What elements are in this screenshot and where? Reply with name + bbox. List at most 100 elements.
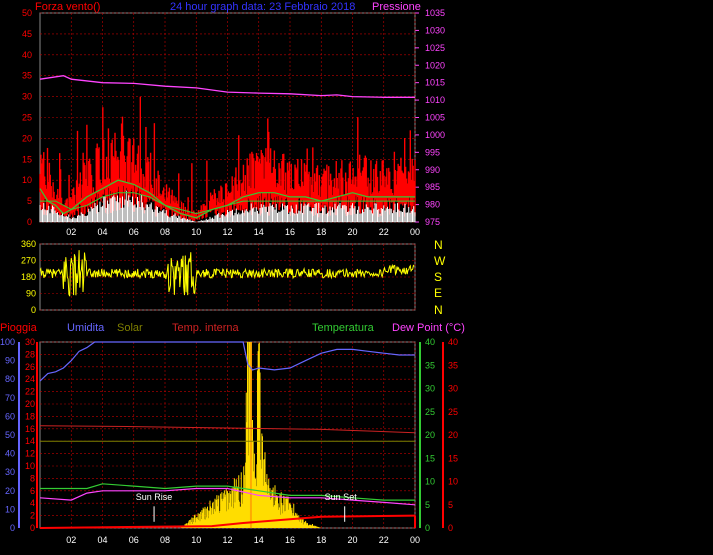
pressure-y-tick-label: 995 [425, 147, 440, 157]
dew-y-tick-label: 40 [448, 337, 458, 347]
temp-y-tick-label: 0 [425, 523, 430, 533]
wind-y-tick-label: 5 [27, 196, 32, 206]
rain-y-tick-label: 2 [30, 511, 35, 521]
wind-x-tick-label: 16 [285, 227, 295, 237]
rain-y-tick-label: 14 [25, 436, 35, 446]
humidity-y-tick-label: 60 [5, 411, 15, 421]
dir-label-n-top: N [434, 238, 443, 252]
rain-y-tick-label: 30 [25, 337, 35, 347]
dir-label-s: S [434, 270, 442, 284]
rain-y-tick-label: 16 [25, 424, 35, 434]
wind-y-tick-label: 20 [22, 133, 32, 143]
dew-y-tick-label: 20 [448, 430, 458, 440]
pressure-y-tick-label: 975 [425, 217, 440, 227]
wind-y-tick-label: 50 [22, 8, 32, 18]
wind-x-tick-label: 00 [410, 227, 420, 237]
rain-y-tick-label: 18 [25, 411, 35, 421]
temp-y-tick-label: 40 [425, 337, 435, 347]
wind-x-tick-label: 18 [316, 227, 326, 237]
wind-x-tick-label: 22 [379, 227, 389, 237]
rain-y-tick-label: 4 [30, 498, 35, 508]
header-rain: Pioggia [0, 322, 38, 334]
temp-y-tick-label: 15 [425, 453, 435, 463]
wind-y-tick-label: 10 [22, 175, 32, 185]
direction-y-tick-label: 180 [21, 272, 36, 282]
wind-direction-panel: 360 270 180 90 0 [21, 239, 416, 315]
pressure-y-tick-label: 985 [425, 182, 440, 192]
wind-y-tick-label: 35 [22, 71, 32, 81]
environment-x-tick-label: 14 [254, 535, 264, 545]
humidity-y-tick-label: 20 [5, 486, 15, 496]
header-temp-in: Temp. interna [172, 322, 240, 334]
header-temperature: Temperatura [312, 322, 375, 334]
humidity-y-tick-label: 80 [5, 374, 15, 384]
header-date: 24 hour graph data: 23 Febbraio 2018 [170, 1, 355, 13]
rain-y-tick-label: 8 [30, 473, 35, 483]
pressure-y-tick-label: 1035 [425, 8, 445, 18]
dew-y-tick-label: 25 [448, 407, 458, 417]
temp-y-tick-label: 20 [425, 430, 435, 440]
environment-x-tick-label: 18 [316, 535, 326, 545]
humidity-y-tick-label: 70 [5, 393, 15, 403]
wind-x-tick-label: 04 [97, 227, 107, 237]
wind-x-tick-label: 08 [160, 227, 170, 237]
rain-y-tick-label: 22 [25, 387, 35, 397]
rain-y-tick-label: 20 [25, 399, 35, 409]
wind-panel: 0510152025303540455097598098599099510001… [22, 8, 445, 237]
humidity-y-tick-label: 40 [5, 449, 15, 459]
humidity-y-tick-label: 100 [0, 337, 15, 347]
wind-x-tick-label: 10 [191, 227, 201, 237]
rain-y-tick-label: 10 [25, 461, 35, 471]
humidity-y-tick-label: 0 [10, 523, 15, 533]
pressure-y-tick-label: 1025 [425, 43, 445, 53]
sunset-label: Sun Set [325, 492, 358, 502]
wind-x-tick-label: 06 [129, 227, 139, 237]
wind-y-tick-label: 25 [22, 113, 32, 123]
temp-y-tick-label: 5 [425, 500, 430, 510]
dew-y-tick-label: 30 [448, 384, 458, 394]
dew-y-tick-label: 35 [448, 360, 458, 370]
wind-x-tick-label: 02 [66, 227, 76, 237]
environment-x-tick-label: 20 [347, 535, 357, 545]
dir-label-e: E [434, 286, 442, 300]
environment-x-tick-label: 16 [285, 535, 295, 545]
temp-y-tick-label: 35 [425, 360, 435, 370]
dew-y-tick-label: 10 [448, 477, 458, 487]
wind-x-tick-label: 14 [254, 227, 264, 237]
humidity-y-tick-label: 10 [5, 504, 15, 514]
direction-y-tick-label: 90 [26, 289, 36, 299]
environment-panel: 0102030405060708090100024681012141618202… [0, 337, 458, 545]
direction-y-tick-label: 360 [21, 239, 36, 249]
pressure-y-tick-label: 1000 [425, 130, 445, 140]
rain-y-tick-label: 28 [25, 349, 35, 359]
wind-y-tick-label: 30 [22, 92, 32, 102]
header-humidity: Umidita [67, 322, 105, 334]
environment-x-tick-label: 12 [222, 535, 232, 545]
dir-label-w: W [434, 254, 446, 268]
environment-x-tick-label: 00 [410, 535, 420, 545]
temp-y-tick-label: 25 [425, 407, 435, 417]
wind-x-tick-label: 20 [347, 227, 357, 237]
dew-y-tick-label: 15 [448, 453, 458, 463]
rain-y-tick-label: 0 [30, 523, 35, 533]
wind-x-tick-label: 12 [222, 227, 232, 237]
direction-y-tick-label: 270 [21, 256, 36, 266]
rain-y-tick-label: 6 [30, 486, 35, 496]
environment-x-tick-label: 02 [66, 535, 76, 545]
wind-y-tick-label: 15 [22, 154, 32, 164]
rain-y-tick-label: 24 [25, 374, 35, 384]
header-solar: Solar [117, 322, 143, 334]
dir-label-n-bottom: N [434, 303, 443, 317]
dew-y-tick-label: 0 [448, 523, 453, 533]
temp-y-tick-label: 10 [425, 477, 435, 487]
pressure-y-tick-label: 1030 [425, 25, 445, 35]
pressure-y-tick-label: 1015 [425, 78, 445, 88]
header-wind-label: Forza vento() [35, 1, 100, 13]
direction-y-tick-label: 0 [31, 305, 36, 315]
humidity-y-tick-label: 50 [5, 430, 15, 440]
pressure-y-tick-label: 1005 [425, 113, 445, 123]
pressure-y-tick-label: 980 [425, 200, 440, 210]
rain-y-tick-label: 26 [25, 362, 35, 372]
header-pressure-label: Pressione [372, 1, 421, 13]
environment-x-tick-label: 10 [191, 535, 201, 545]
